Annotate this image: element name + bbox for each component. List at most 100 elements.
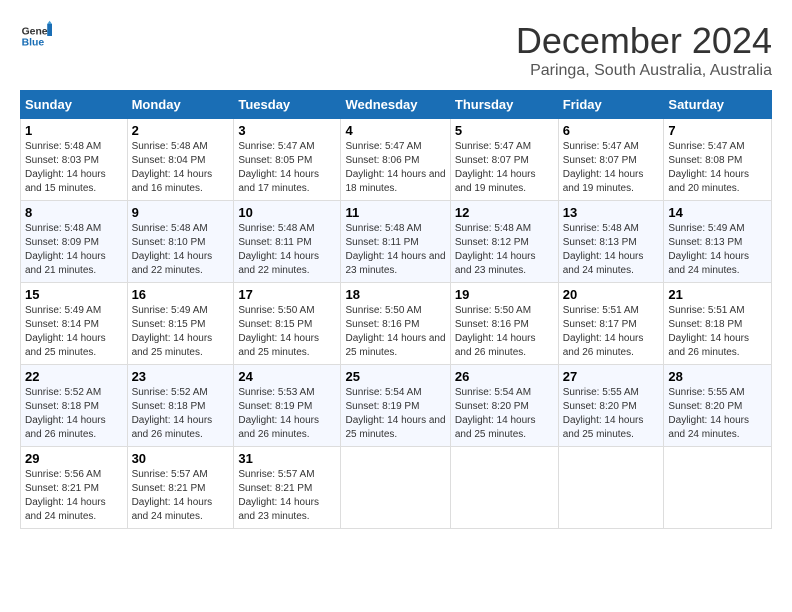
calendar-cell: 1 Sunrise: 5:48 AMSunset: 8:03 PMDaylight…: [21, 119, 128, 201]
calendar-cell: 6 Sunrise: 5:47 AMSunset: 8:07 PMDaylight…: [558, 119, 664, 201]
day-info: Sunrise: 5:49 AMSunset: 8:14 PMDaylight:…: [25, 304, 123, 360]
day-number: 22: [25, 369, 123, 384]
day-info: Sunrise: 5:49 AMSunset: 8:13 PMDaylight:…: [668, 222, 767, 278]
header: General Blue December 2024 Paringa, Sout…: [20, 20, 772, 80]
day-info: Sunrise: 5:47 AMSunset: 8:05 PMDaylight:…: [238, 140, 336, 196]
logo: General Blue: [20, 20, 52, 52]
calendar-week-row: 29Sunrise: 5:56 AMSunset: 8:21 PMDayligh…: [21, 447, 772, 529]
calendar-cell: 8 Sunrise: 5:48 AMSunset: 8:09 PMDaylight…: [21, 201, 128, 283]
day-number: 11: [345, 205, 445, 220]
day-number: 17: [238, 287, 336, 302]
day-number: 19: [455, 287, 554, 302]
calendar-cell: 10 Sunrise: 5:48 AMSunset: 8:11 PMDayligh…: [234, 201, 341, 283]
day-info: Sunrise: 5:47 AMSunset: 8:08 PMDaylight:…: [668, 140, 767, 196]
day-info: Sunrise: 5:55 AMSunset: 8:20 PMDaylight:…: [563, 386, 660, 442]
calendar-cell: 13 Sunrise: 5:48 AMSunset: 8:13 PMDayligh…: [558, 201, 664, 283]
day-number: 16: [132, 287, 230, 302]
day-number: 26: [455, 369, 554, 384]
day-number: 6: [563, 123, 660, 138]
calendar-cell: 25 Sunrise: 5:54 AMSunset: 8:19 PMDayligh…: [341, 365, 450, 447]
day-number: 9: [132, 205, 230, 220]
day-number: 2: [132, 123, 230, 138]
day-info: Sunrise: 5:50 AMSunset: 8:16 PMDaylight:…: [455, 304, 554, 360]
day-info: Sunrise: 5:47 AMSunset: 8:06 PMDaylight:…: [345, 140, 445, 196]
day-number: 3: [238, 123, 336, 138]
calendar-cell: 9 Sunrise: 5:48 AMSunset: 8:10 PMDaylight…: [127, 201, 234, 283]
calendar-cell: 16 Sunrise: 5:49 AMSunset: 8:15 PMDayligh…: [127, 283, 234, 365]
day-number: 21: [668, 287, 767, 302]
title-section: December 2024 Paringa, South Australia, …: [516, 20, 772, 80]
day-info: Sunrise: 5:54 AMSunset: 8:20 PMDaylight:…: [455, 386, 554, 442]
calendar-cell: 22 Sunrise: 5:52 AMSunset: 8:18 PMDayligh…: [21, 365, 128, 447]
calendar-cell: 2 Sunrise: 5:48 AMSunset: 8:04 PMDaylight…: [127, 119, 234, 201]
calendar-cell: 4 Sunrise: 5:47 AMSunset: 8:06 PMDaylight…: [341, 119, 450, 201]
day-info: Sunrise: 5:50 AMSunset: 8:15 PMDaylight:…: [238, 304, 336, 360]
day-info: Sunrise: 5:50 AMSunset: 8:16 PMDaylight:…: [345, 304, 445, 360]
day-number: 29: [25, 451, 123, 466]
day-number: 8: [25, 205, 123, 220]
day-info: Sunrise: 5:48 AMSunset: 8:10 PMDaylight:…: [132, 222, 230, 278]
day-info: Sunrise: 5:48 AMSunset: 8:04 PMDaylight:…: [132, 140, 230, 196]
weekday-header-row: SundayMondayTuesdayWednesdayThursdayFrid…: [21, 91, 772, 119]
day-info: Sunrise: 5:47 AMSunset: 8:07 PMDaylight:…: [455, 140, 554, 196]
calendar-cell: 27 Sunrise: 5:55 AMSunset: 8:20 PMDayligh…: [558, 365, 664, 447]
calendar-week-row: 8 Sunrise: 5:48 AMSunset: 8:09 PMDaylight…: [21, 201, 772, 283]
day-number: 4: [345, 123, 445, 138]
calendar-cell: 30Sunrise: 5:57 AMSunset: 8:21 PMDayligh…: [127, 447, 234, 529]
day-info: Sunrise: 5:49 AMSunset: 8:15 PMDaylight:…: [132, 304, 230, 360]
day-number: 14: [668, 205, 767, 220]
day-info: Sunrise: 5:48 AMSunset: 8:03 PMDaylight:…: [25, 140, 123, 196]
day-number: 20: [563, 287, 660, 302]
day-number: 1: [25, 123, 123, 138]
calendar-cell: 11 Sunrise: 5:48 AMSunset: 8:11 PMDayligh…: [341, 201, 450, 283]
day-info: Sunrise: 5:51 AMSunset: 8:18 PMDaylight:…: [668, 304, 767, 360]
logo-icon: General Blue: [20, 20, 52, 52]
calendar-cell: 24 Sunrise: 5:53 AMSunset: 8:19 PMDayligh…: [234, 365, 341, 447]
calendar-cell: 5 Sunrise: 5:47 AMSunset: 8:07 PMDaylight…: [450, 119, 558, 201]
day-number: 5: [455, 123, 554, 138]
weekday-header-monday: Monday: [127, 91, 234, 119]
calendar-cell: [664, 447, 772, 529]
day-number: 30: [132, 451, 230, 466]
day-number: 23: [132, 369, 230, 384]
day-number: 13: [563, 205, 660, 220]
day-number: 31: [238, 451, 336, 466]
weekday-header-saturday: Saturday: [664, 91, 772, 119]
calendar-cell: 28Sunrise: 5:55 AMSunset: 8:20 PMDayligh…: [664, 365, 772, 447]
day-info: Sunrise: 5:52 AMSunset: 8:18 PMDaylight:…: [132, 386, 230, 442]
calendar-cell: 18 Sunrise: 5:50 AMSunset: 8:16 PMDayligh…: [341, 283, 450, 365]
calendar-cell: 3 Sunrise: 5:47 AMSunset: 8:05 PMDaylight…: [234, 119, 341, 201]
calendar-week-row: 15Sunrise: 5:49 AMSunset: 8:14 PMDayligh…: [21, 283, 772, 365]
day-info: Sunrise: 5:48 AMSunset: 8:11 PMDaylight:…: [345, 222, 445, 278]
svg-text:Blue: Blue: [22, 38, 45, 49]
day-number: 24: [238, 369, 336, 384]
day-info: Sunrise: 5:48 AMSunset: 8:09 PMDaylight:…: [25, 222, 123, 278]
calendar-cell: 31 Sunrise: 5:57 AMSunset: 8:21 PMDayligh…: [234, 447, 341, 529]
day-info: Sunrise: 5:54 AMSunset: 8:19 PMDaylight:…: [345, 386, 445, 442]
calendar-cell: [341, 447, 450, 529]
calendar-week-row: 22 Sunrise: 5:52 AMSunset: 8:18 PMDayligh…: [21, 365, 772, 447]
day-info: Sunrise: 5:48 AMSunset: 8:13 PMDaylight:…: [563, 222, 660, 278]
day-number: 27: [563, 369, 660, 384]
day-info: Sunrise: 5:55 AMSunset: 8:20 PMDaylight:…: [668, 386, 767, 442]
calendar-cell: [558, 447, 664, 529]
day-info: Sunrise: 5:47 AMSunset: 8:07 PMDaylight:…: [563, 140, 660, 196]
weekday-header-wednesday: Wednesday: [341, 91, 450, 119]
calendar-table: SundayMondayTuesdayWednesdayThursdayFrid…: [20, 90, 772, 529]
calendar-cell: 29Sunrise: 5:56 AMSunset: 8:21 PMDayligh…: [21, 447, 128, 529]
day-number: 25: [345, 369, 445, 384]
calendar-cell: 7Sunrise: 5:47 AMSunset: 8:08 PMDaylight…: [664, 119, 772, 201]
day-info: Sunrise: 5:52 AMSunset: 8:18 PMDaylight:…: [25, 386, 123, 442]
weekday-header-thursday: Thursday: [450, 91, 558, 119]
day-number: 10: [238, 205, 336, 220]
day-info: Sunrise: 5:53 AMSunset: 8:19 PMDaylight:…: [238, 386, 336, 442]
calendar-cell: 12 Sunrise: 5:48 AMSunset: 8:12 PMDayligh…: [450, 201, 558, 283]
day-number: 12: [455, 205, 554, 220]
calendar-cell: [450, 447, 558, 529]
day-info: Sunrise: 5:48 AMSunset: 8:11 PMDaylight:…: [238, 222, 336, 278]
day-info: Sunrise: 5:57 AMSunset: 8:21 PMDaylight:…: [238, 468, 336, 524]
day-number: 18: [345, 287, 445, 302]
calendar-cell: 19 Sunrise: 5:50 AMSunset: 8:16 PMDayligh…: [450, 283, 558, 365]
calendar-cell: 26 Sunrise: 5:54 AMSunset: 8:20 PMDayligh…: [450, 365, 558, 447]
day-info: Sunrise: 5:48 AMSunset: 8:12 PMDaylight:…: [455, 222, 554, 278]
